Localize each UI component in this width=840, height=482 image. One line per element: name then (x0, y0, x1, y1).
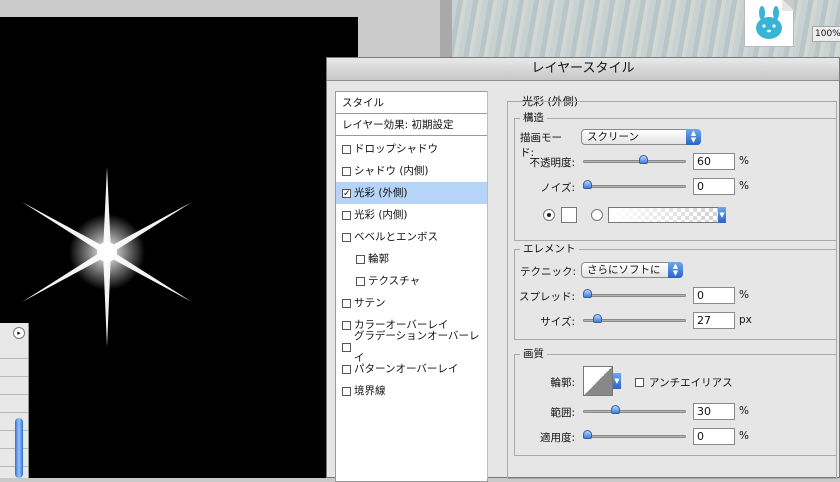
panel-menu-icon[interactable]: ▸ (13, 327, 25, 339)
range-input[interactable]: 30 (693, 403, 735, 420)
layer-style-dialog: レイヤースタイル スタイル レイヤー効果: 初期設定 ドロップシャドウ シャドウ … (326, 57, 840, 482)
layers-panel-fragment: ▸ (0, 323, 29, 478)
style-list-header[interactable]: スタイル (336, 92, 487, 114)
style-item[interactable]: シャドウ (内側) (336, 160, 487, 182)
elements-title: エレメント (520, 241, 579, 256)
style-item-checkbox[interactable] (342, 210, 351, 220)
style-item-checkbox[interactable] (342, 298, 351, 308)
size-input[interactable]: 27 (693, 312, 735, 329)
style-item[interactable]: 境界線 (336, 380, 487, 402)
style-item-checkbox[interactable] (342, 342, 351, 352)
spread-label: スプレッド: (518, 291, 575, 303)
spread-slider-thumb[interactable] (583, 289, 592, 298)
contour-label: 輪郭: (550, 377, 575, 389)
style-item[interactable]: グラデーションオーバーレイ (336, 330, 487, 364)
size-label: サイズ: (540, 316, 575, 328)
glow-gradient-swatch[interactable] (608, 207, 726, 223)
style-item[interactable]: ベベルとエンボス (336, 226, 487, 248)
spread-slider-track[interactable] (583, 294, 686, 297)
noise-slider-track[interactable] (583, 185, 686, 188)
style-item[interactable]: 光彩 (内側) (336, 204, 487, 226)
style-item-label: 境界線 (354, 385, 386, 397)
panel-scrollbar[interactable] (15, 418, 23, 478)
noise-input[interactable]: 0 (693, 178, 735, 195)
noise-unit: % (739, 180, 749, 192)
jitter-label: 適用度: (539, 432, 575, 444)
jitter-input[interactable]: 0 (693, 428, 735, 445)
opacity-unit: % (739, 155, 749, 167)
antialias-checkbox-box[interactable] (635, 378, 644, 387)
sparkle-star-icon (22, 167, 192, 347)
style-item-checkbox[interactable] (342, 232, 351, 242)
style-item[interactable]: パターンオーバーレイ (336, 358, 487, 380)
style-item[interactable]: テクスチャ (336, 270, 487, 292)
style-item-label: 輪郭 (368, 253, 389, 265)
glow-color-swatch[interactable] (561, 207, 577, 223)
technique-value: さらにソフトに (587, 264, 661, 276)
style-item-checkbox[interactable] (342, 144, 351, 154)
size-unit: px (739, 314, 752, 326)
style-item-checkbox[interactable] (342, 364, 351, 374)
jitter-slider-thumb[interactable] (583, 430, 592, 439)
opacity-slider-thumb[interactable] (639, 155, 649, 164)
dialog-title[interactable]: レイヤースタイル (327, 58, 839, 81)
style-item-label: シャドウ (内側) (354, 165, 429, 177)
spread-input[interactable]: 0 (693, 287, 735, 304)
contour-dropdown-icon[interactable]: ▼ (613, 373, 621, 389)
antialias-label: アンチエイリアス (649, 377, 733, 389)
technique-label: テクニック: (520, 266, 577, 278)
spread-unit: % (739, 289, 749, 301)
gradient-dropdown-icon[interactable]: ▼ (718, 207, 726, 223)
style-item-checkbox[interactable] (342, 386, 351, 396)
style-item[interactable]: ✓ 光彩 (外側) (336, 182, 487, 204)
range-label: 範囲: (550, 407, 575, 419)
style-item-label: ドロップシャドウ (354, 143, 438, 155)
popup-arrows-icon: ▲ ▼ (686, 129, 701, 145)
blend-mode-select[interactable]: スクリーン ▲ ▼ (581, 129, 701, 145)
style-item-label: パターンオーバーレイ (354, 363, 459, 375)
style-item-checkbox[interactable]: ✓ (342, 188, 351, 198)
technique-select[interactable]: さらにソフトに ▲ ▼ (581, 262, 683, 278)
style-item[interactable]: 輪郭 (336, 248, 487, 270)
style-item-checkbox[interactable] (342, 320, 351, 330)
jitter-unit: % (739, 430, 749, 442)
quality-title: 画質 (520, 346, 547, 361)
style-item-label: テクスチャ (368, 275, 421, 287)
style-item-label: ベベルとエンボス (354, 231, 438, 243)
list-divider (487, 91, 488, 479)
style-item-checkbox[interactable] (342, 166, 351, 176)
blend-options-item[interactable]: レイヤー効果: 初期設定 (336, 114, 487, 136)
panel-rows (0, 341, 28, 478)
bunny-icon (756, 6, 782, 39)
style-item-checkbox[interactable] (356, 276, 365, 286)
blend-mode-value: スクリーン (587, 131, 639, 143)
range-slider-track[interactable] (583, 410, 686, 413)
popup-arrows-icon: ▲ ▼ (668, 262, 683, 278)
opacity-label: 不透明度: (529, 157, 575, 169)
solid-color-radio[interactable] (543, 209, 555, 221)
style-item[interactable]: サテン (336, 292, 487, 314)
opacity-input[interactable]: 60 (693, 153, 735, 170)
range-unit: % (739, 405, 749, 417)
contour-preview[interactable] (583, 366, 613, 396)
noise-slider-thumb[interactable] (583, 180, 592, 189)
style-list: スタイル レイヤー効果: 初期設定 ドロップシャドウ シャドウ (内側) ✓ 光彩 (… (335, 91, 488, 482)
photo-edge (440, 0, 452, 60)
opacity-slider-track[interactable] (583, 160, 686, 163)
document-icon (744, 0, 794, 47)
noise-label: ノイズ: (540, 182, 575, 194)
structure-title: 構造 (520, 110, 547, 125)
style-item[interactable]: ドロップシャドウ (336, 138, 487, 160)
style-item-label: サテン (354, 297, 386, 309)
canvas[interactable] (0, 17, 358, 478)
range-slider-thumb[interactable] (611, 405, 621, 414)
style-item-label: 光彩 (外側) (354, 187, 408, 199)
jitter-slider-track[interactable] (583, 435, 686, 438)
zoom-level: 100% (812, 26, 840, 42)
size-slider-thumb[interactable] (593, 314, 603, 323)
style-item-checkbox[interactable] (356, 254, 365, 264)
style-item-label: 光彩 (内側) (354, 209, 408, 221)
gradient-radio[interactable] (591, 209, 603, 221)
antialias-checkbox[interactable]: アンチエイリアス (635, 375, 733, 390)
